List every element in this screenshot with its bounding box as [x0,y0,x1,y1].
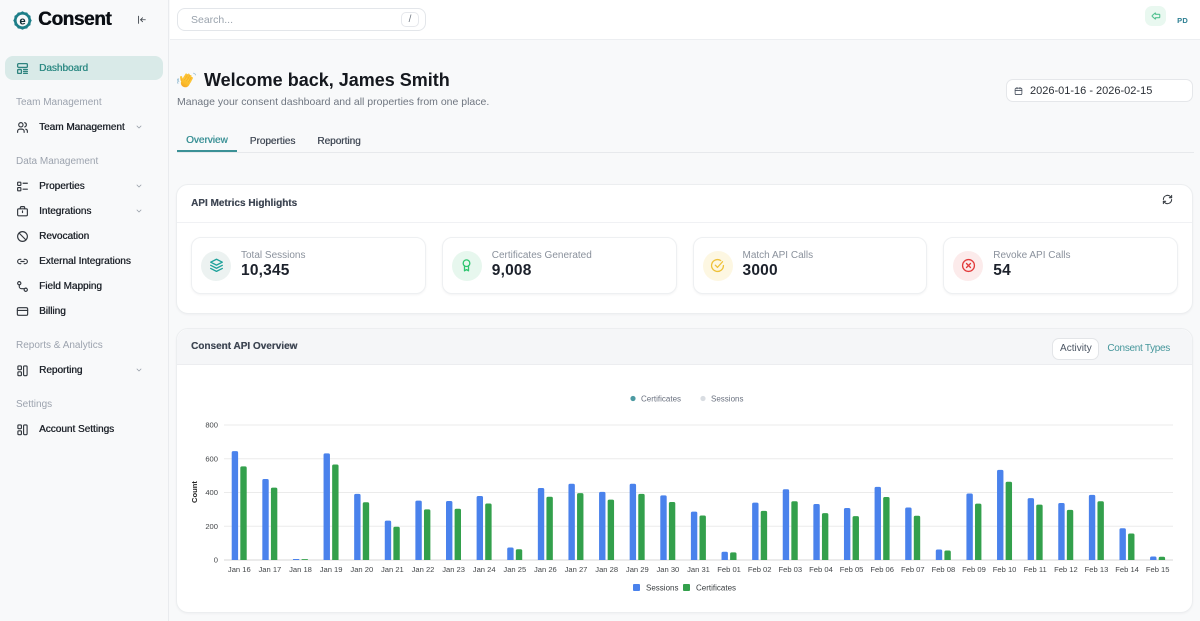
svg-text:Jan 17: Jan 17 [258,565,281,574]
svg-text:Feb 13: Feb 13 [1085,565,1109,574]
svg-text:Feb 15: Feb 15 [1146,565,1170,574]
svg-text:Certificates: Certificates [641,395,681,404]
svg-text:Feb 14: Feb 14 [1115,565,1139,574]
svg-text:200: 200 [205,522,218,531]
svg-text:Jan 27: Jan 27 [565,565,588,574]
svg-text:Jan 30: Jan 30 [656,565,679,574]
svg-text:Feb 07: Feb 07 [901,565,925,574]
svg-text:Jan 16: Jan 16 [228,565,251,574]
svg-text:Feb 12: Feb 12 [1054,565,1078,574]
svg-text:Jan 28: Jan 28 [595,565,618,574]
svg-text:Jan 21: Jan 21 [381,565,404,574]
svg-text:Feb 01: Feb 01 [717,565,741,574]
svg-text:Jan 31: Jan 31 [687,565,710,574]
svg-text:0: 0 [214,556,218,565]
svg-text:e: e [19,15,25,27]
svg-text:600: 600 [205,454,218,463]
svg-text:Feb 09: Feb 09 [962,565,986,574]
svg-text:800: 800 [205,421,218,430]
svg-text:Certificates: Certificates [696,584,736,593]
svg-text:Jan 18: Jan 18 [289,565,312,574]
svg-text:Jan 20: Jan 20 [350,565,373,574]
svg-text:Feb 11: Feb 11 [1024,565,1047,574]
svg-text:Sessions: Sessions [646,584,678,593]
svg-text:Jan 26: Jan 26 [534,565,557,574]
svg-text:Jan 24: Jan 24 [473,565,496,574]
svg-text:Feb 10: Feb 10 [993,565,1017,574]
svg-text:Jan 19: Jan 19 [320,565,343,574]
svg-text:Sessions: Sessions [711,395,743,404]
svg-text:400: 400 [205,488,218,497]
svg-text:Jan 29: Jan 29 [626,565,649,574]
svg-text:Feb 06: Feb 06 [870,565,894,574]
svg-text:Jan 22: Jan 22 [412,565,435,574]
svg-text:Feb 04: Feb 04 [809,565,833,574]
svg-text:Feb 03: Feb 03 [778,565,802,574]
svg-text:Jan 23: Jan 23 [442,565,465,574]
svg-text:Count: Count [190,481,199,503]
svg-text:Jan 25: Jan 25 [503,565,526,574]
svg-text:Feb 05: Feb 05 [840,565,864,574]
svg-text:Feb 08: Feb 08 [932,565,956,574]
svg-text:Feb 02: Feb 02 [748,565,772,574]
